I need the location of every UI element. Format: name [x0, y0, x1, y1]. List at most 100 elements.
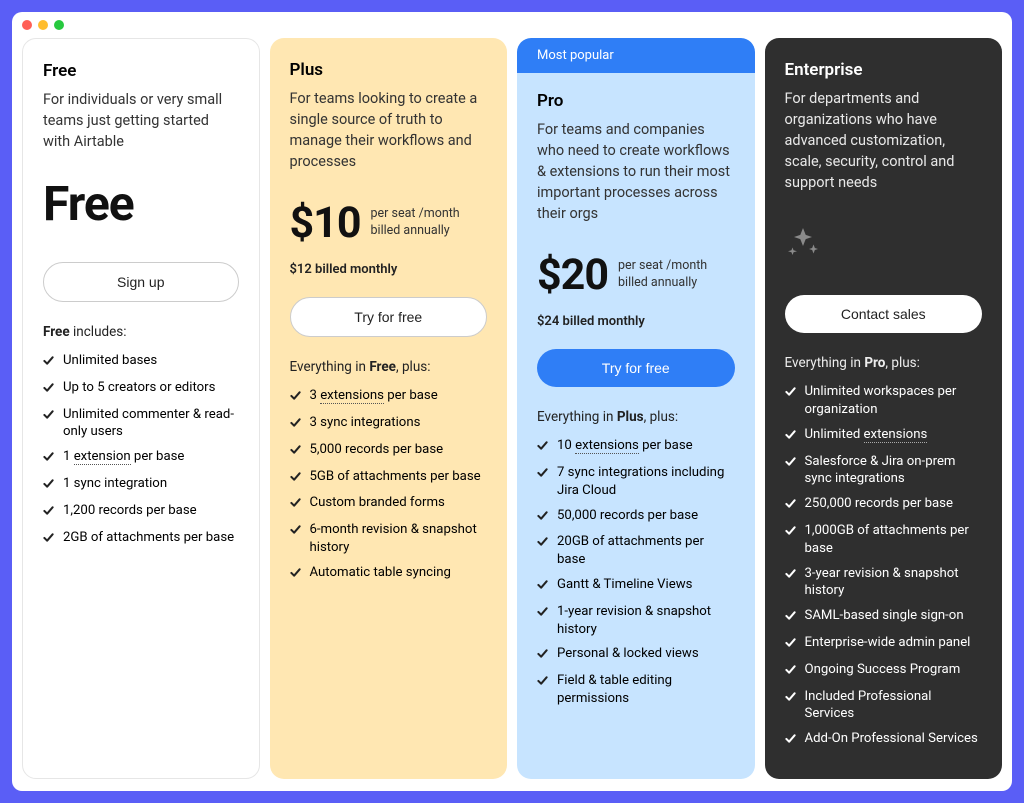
check-icon [537, 464, 548, 484]
cta-pro[interactable]: Try for free [537, 349, 735, 387]
plan-card-plus: PlusFor teams looking to create a single… [270, 38, 508, 779]
check-icon [785, 383, 796, 403]
feature-item: 5,000 records per base [290, 441, 488, 461]
feature-text: 250,000 records per base [805, 495, 983, 513]
check-icon [537, 437, 548, 457]
feature-text: Automatic table syncing [310, 564, 488, 582]
feature-item: Included Professional Services [785, 688, 983, 724]
feature-text: Up to 5 creators or editors [63, 379, 239, 397]
feature-text: Enterprise-wide admin panel [805, 634, 983, 652]
check-icon [290, 441, 301, 461]
feature-text: 3 sync integrations [310, 414, 488, 432]
plan-description: For teams looking to create a single sou… [290, 88, 488, 172]
price-subtext: per seat /monthbilled annually [618, 258, 707, 292]
feature-item: Unlimited workspaces per organization [785, 383, 983, 419]
feature-item: 1 extension per base [43, 448, 239, 468]
maximize-icon[interactable] [54, 20, 64, 30]
feature-list: 10 extensions per base 7 sync integration… [537, 437, 735, 715]
check-icon [43, 475, 54, 495]
feature-text: 3 extensions per base [310, 387, 488, 405]
window-titlebar [12, 12, 1012, 38]
feature-item: 1 sync integration [43, 475, 239, 495]
feature-text: Unlimited bases [63, 352, 239, 370]
feature-text: 5GB of attachments per base [310, 468, 488, 486]
price-amount: $20 [537, 250, 608, 300]
check-icon [43, 448, 54, 468]
feature-item: Automatic table syncing [290, 564, 488, 584]
check-icon [785, 688, 796, 708]
plan-card-free: FreeFor individuals or very small teams … [22, 38, 260, 779]
check-icon [290, 387, 301, 407]
check-icon [785, 565, 796, 585]
includes-title: Everything in Pro, plus: [785, 355, 983, 371]
feature-item: 7 sync integrations including Jira Cloud [537, 464, 735, 500]
cta-free[interactable]: Sign up [43, 262, 239, 302]
close-icon[interactable] [22, 20, 32, 30]
feature-text: 20GB of attachments per base [557, 533, 735, 569]
feature-text: 5,000 records per base [310, 441, 488, 459]
feature-list: Unlimited workspaces per organization Unl… [785, 383, 983, 757]
feature-text: 1 sync integration [63, 475, 239, 493]
check-icon [537, 645, 548, 665]
feature-item: 1,000GB of attachments per base [785, 522, 983, 558]
feature-text: 6-month revision & snapshot history [310, 521, 488, 557]
feature-text: Unlimited extensions [805, 426, 983, 444]
check-icon [290, 414, 301, 434]
plan-name: Free [43, 61, 239, 81]
check-icon [537, 576, 548, 596]
check-icon [785, 426, 796, 446]
feature-list: 3 extensions per base 3 sync integrations… [290, 387, 488, 591]
feature-text: Included Professional Services [805, 688, 983, 724]
check-icon [537, 603, 548, 623]
feature-item: 6-month revision & snapshot history [290, 521, 488, 557]
check-icon [43, 529, 54, 549]
check-icon [785, 495, 796, 515]
cta-ent[interactable]: Contact sales [785, 295, 983, 333]
feature-item: Up to 5 creators or editors [43, 379, 239, 399]
feature-item: Unlimited extensions [785, 426, 983, 446]
feature-text: Unlimited workspaces per organization [805, 383, 983, 419]
check-icon [537, 672, 548, 692]
feature-item: SAML-based single sign-on [785, 607, 983, 627]
plan-description: For departments and organizations who ha… [785, 88, 983, 193]
feature-text: Field & table editing permissions [557, 672, 735, 708]
cta-plus[interactable]: Try for free [290, 297, 488, 337]
includes-title: Everything in Free, plus: [290, 359, 488, 375]
feature-item: Personal & locked views [537, 645, 735, 665]
content-area: FreeFor individuals or very small teams … [12, 38, 1012, 791]
check-icon [785, 453, 796, 473]
check-icon [537, 533, 548, 553]
feature-text: 50,000 records per base [557, 507, 735, 525]
feature-item: 250,000 records per base [785, 495, 983, 515]
feature-item: 10 extensions per base [537, 437, 735, 457]
minimize-icon[interactable] [38, 20, 48, 30]
check-icon [785, 522, 796, 542]
check-icon [290, 521, 301, 541]
feature-item: 2GB of attachments per base [43, 529, 239, 549]
feature-item: 3-year revision & snapshot history [785, 565, 983, 601]
plan-card-pro: Most popular Pro For teams and companies w… [517, 38, 755, 779]
feature-item: 20GB of attachments per base [537, 533, 735, 569]
feature-item: Unlimited bases [43, 352, 239, 372]
price-monthly: $12 billed monthly [290, 262, 488, 277]
plan-card-ent: EnterpriseFor departments and organizati… [765, 38, 1003, 779]
feature-item: 1-year revision & snapshot history [537, 603, 735, 639]
feature-text: Personal & locked views [557, 645, 735, 663]
check-icon [43, 502, 54, 522]
price-subtext: per seat /monthbilled annually [371, 206, 460, 240]
price-block: $10per seat /monthbilled annually [290, 194, 488, 252]
plan-description: For teams and companies who need to crea… [537, 119, 735, 224]
check-icon [43, 352, 54, 372]
plan-name: Pro [537, 91, 735, 111]
most-popular-badge: Most popular [517, 38, 755, 73]
feature-text: 1,000GB of attachments per base [805, 522, 983, 558]
check-icon [785, 607, 796, 627]
sparkle-icon [785, 225, 983, 265]
feature-item: 3 extensions per base [290, 387, 488, 407]
browser-frame: FreeFor individuals or very small teams … [12, 12, 1012, 791]
price-monthly: $24 billed monthly [537, 314, 735, 329]
feature-text: 1-year revision & snapshot history [557, 603, 735, 639]
feature-item: 50,000 records per base [537, 507, 735, 527]
feature-text: Salesforce & Jira on-prem sync integrati… [805, 453, 983, 489]
feature-text: 1,200 records per base [63, 502, 239, 520]
